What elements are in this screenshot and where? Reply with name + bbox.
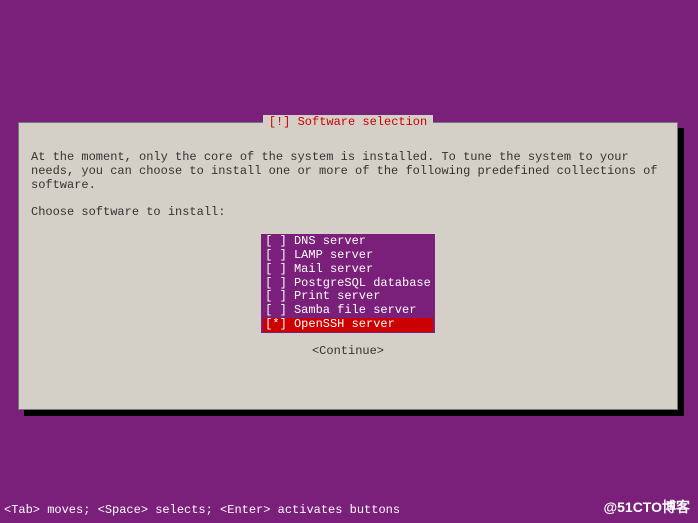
dialog-content: At the moment, only the core of the syst…: [19, 123, 677, 371]
software-item-lamp-server[interactable]: [ ] LAMP server: [263, 249, 433, 263]
software-item-mail-server[interactable]: [ ] Mail server: [263, 263, 433, 277]
software-item-print-server[interactable]: [ ] Print server: [263, 290, 433, 304]
software-item-dns-server[interactable]: [ ] DNS server: [263, 235, 433, 249]
dialog-title: [!] Software selection: [263, 115, 433, 129]
choose-text: Choose software to install:: [31, 206, 665, 220]
software-list-wrap: [ ] DNS server [ ] LAMP server [ ] Mail …: [31, 234, 665, 333]
dialog-title-bar: [!] Software selection: [19, 115, 677, 129]
intro-text: At the moment, only the core of the syst…: [31, 151, 665, 192]
software-item-openssh-server[interactable]: [*] OpenSSH server: [263, 318, 433, 332]
software-item-samba-file-server[interactable]: [ ] Samba file server: [263, 304, 433, 318]
help-line: <Tab> moves; <Space> selects; <Enter> ac…: [0, 503, 400, 517]
software-item-postgresql-database[interactable]: [ ] PostgreSQL database: [263, 277, 433, 291]
software-selection-dialog: [!] Software selection At the moment, on…: [18, 122, 678, 410]
watermark: @51CTO博客: [603, 497, 690, 517]
continue-button[interactable]: <Continue>: [31, 345, 665, 359]
software-list[interactable]: [ ] DNS server [ ] LAMP server [ ] Mail …: [261, 234, 435, 333]
